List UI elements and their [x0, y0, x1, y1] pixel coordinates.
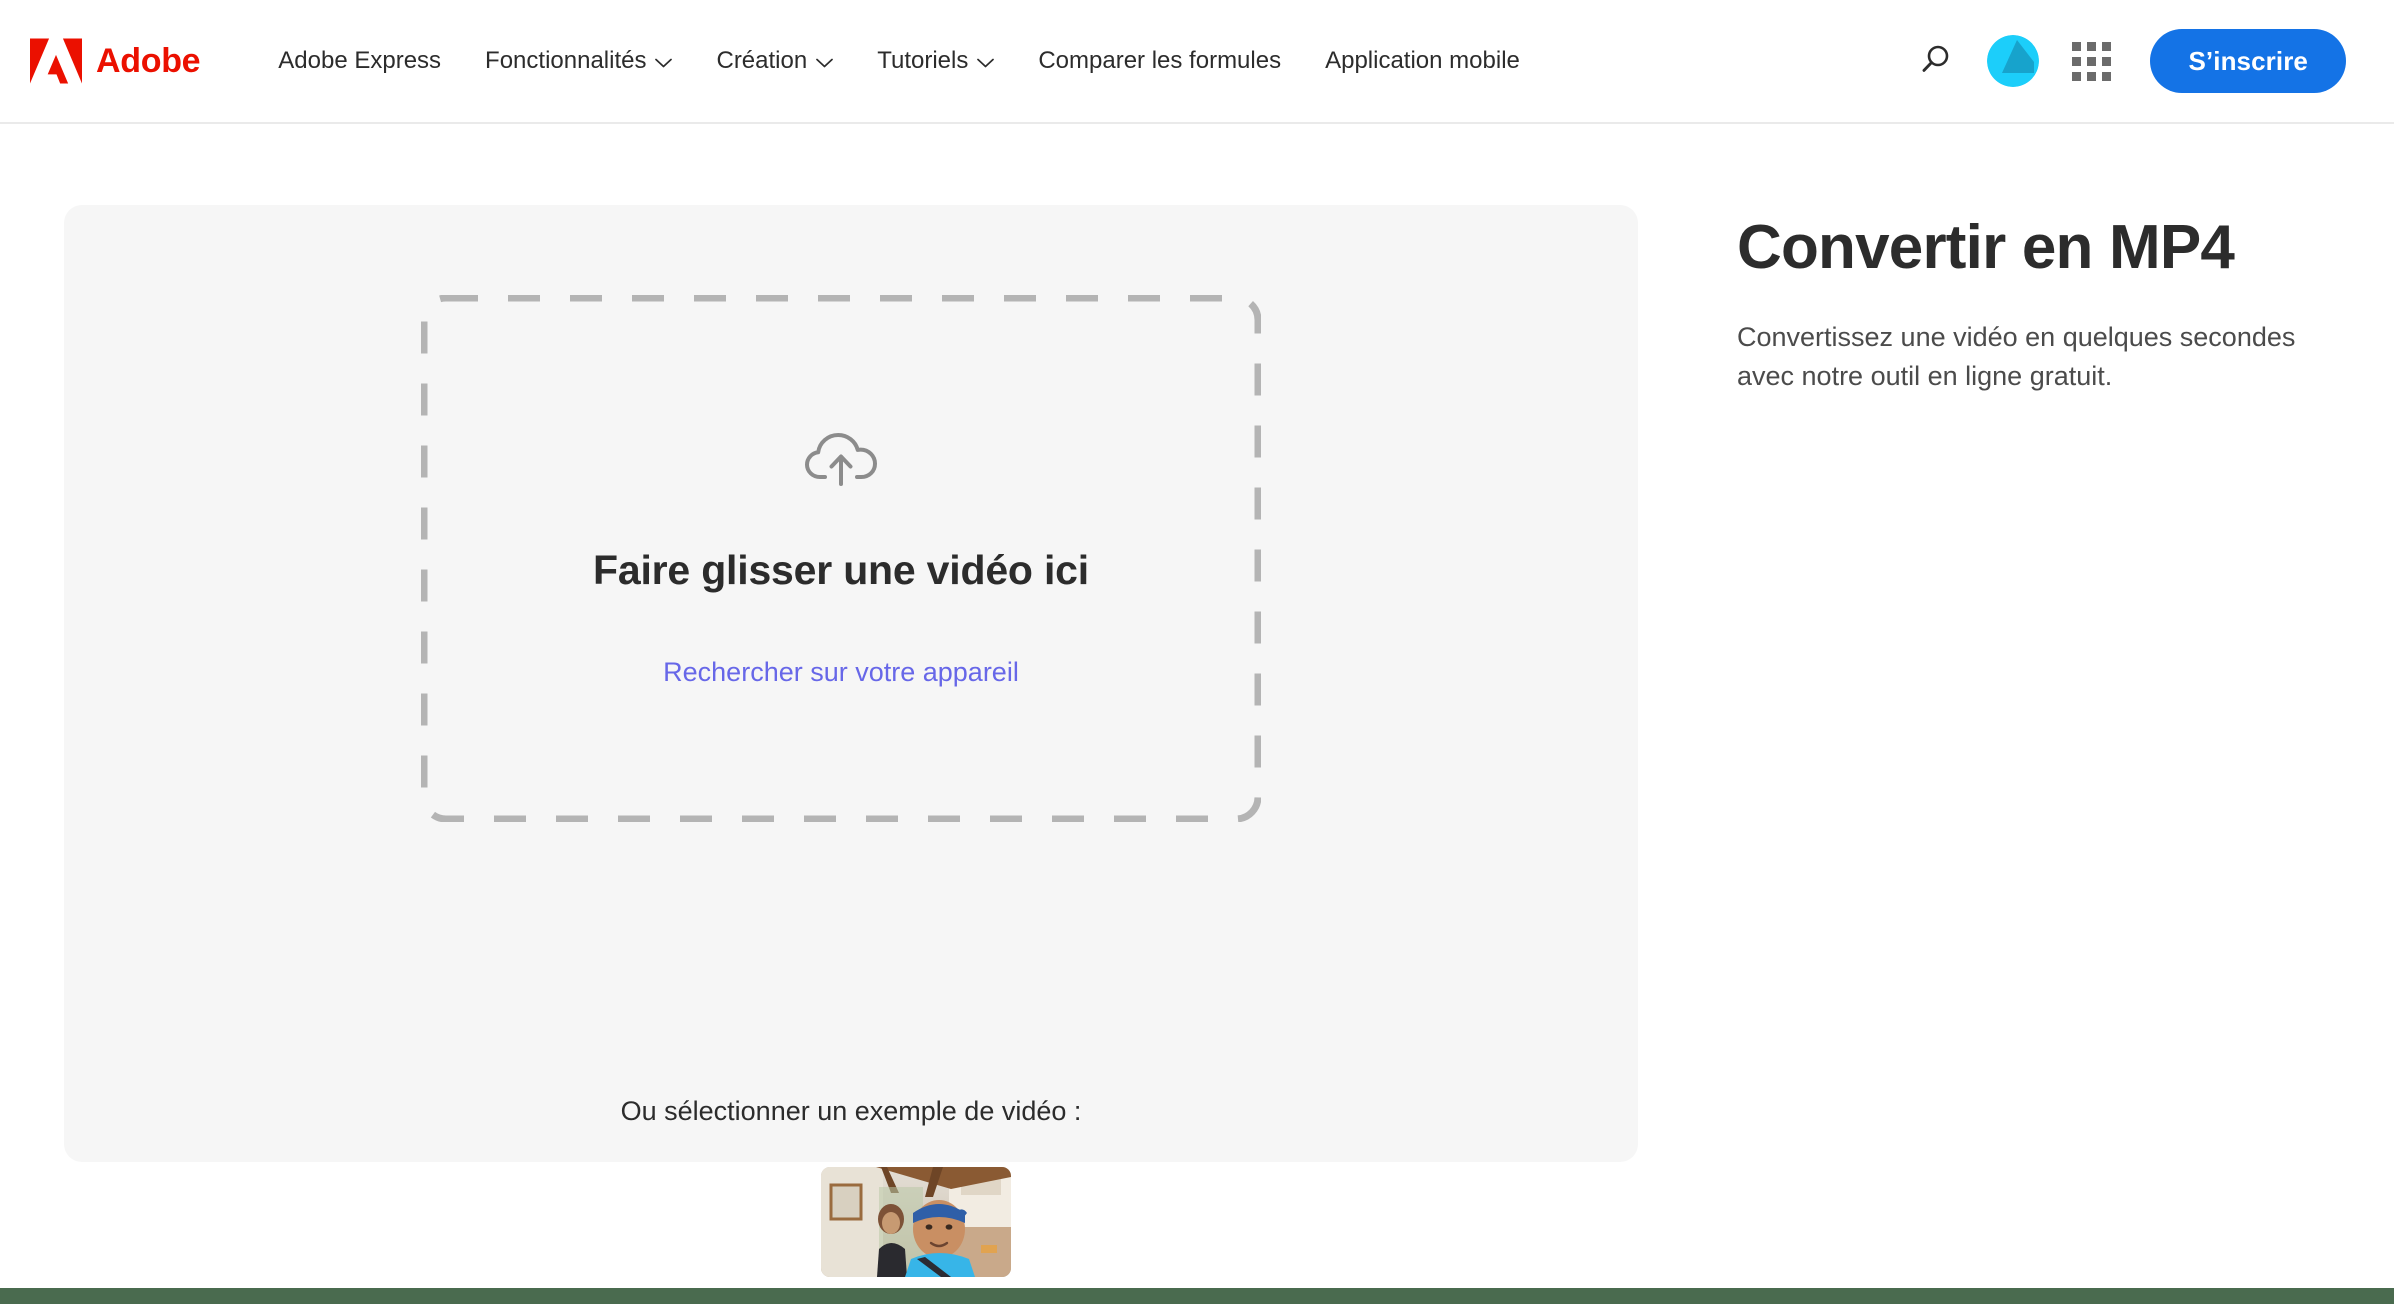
- nav-item-creation[interactable]: Création: [694, 39, 855, 83]
- nav-label: Tutoriels: [877, 47, 969, 74]
- nav-label: Comparer les formules: [1038, 47, 1282, 74]
- adobe-brand-link[interactable]: Adobe: [30, 38, 201, 84]
- nav-label: Fonctionnalités: [485, 47, 647, 74]
- cloud-upload-icon: [804, 428, 878, 548]
- browse-device-link[interactable]: Rechercher sur votre appareil: [663, 656, 1019, 688]
- nav-item-adobe-express[interactable]: Adobe Express: [256, 39, 463, 83]
- chevron-down-icon: [816, 49, 834, 73]
- sample-video-label: Ou sélectionner un exemple de vidéo :: [620, 1096, 1082, 1126]
- site-header: Adobe Adobe Express Fonctionnalités Créa…: [0, 0, 2394, 124]
- nav-label: Adobe Express: [278, 47, 442, 74]
- app-switcher-button[interactable]: [2060, 30, 2122, 92]
- upload-card: Faire glisser une vidéo ici Rechercher s…: [64, 205, 1638, 1277]
- sample-video-thumbnail[interactable]: [821, 1167, 1011, 1277]
- page-content: Faire glisser une vidéo ici Rechercher s…: [0, 124, 2394, 1277]
- nav-item-comparer-les-formules[interactable]: Comparer les formules: [1016, 39, 1303, 83]
- nav-label: Application mobile: [1325, 47, 1520, 74]
- nav-item-tutoriels[interactable]: Tutoriels: [855, 39, 1016, 83]
- chevron-down-icon: [655, 49, 673, 73]
- main-navigation: Adobe Express Fonctionnalités Création T…: [256, 39, 1904, 83]
- video-dropzone[interactable]: Faire glisser une vidéo ici Rechercher s…: [421, 295, 1261, 822]
- adobe-express-avatar-button[interactable]: [1980, 28, 2046, 94]
- page-subtitle: Convertissez une vidéo en quelques secon…: [1737, 321, 2296, 391]
- footer-band: [0, 1288, 2394, 1304]
- search-icon: [1918, 43, 1952, 80]
- nav-label: Création: [716, 47, 808, 74]
- dropzone-title: Faire glisser une vidéo ici: [593, 547, 1089, 594]
- chevron-down-icon: [977, 49, 995, 73]
- tool-info: Convertir en MP4 Convertissez une vidéo …: [1737, 205, 2337, 396]
- search-button[interactable]: [1904, 30, 1966, 92]
- adobe-logo-icon: [30, 38, 82, 84]
- signup-button[interactable]: S’inscrire: [2150, 29, 2346, 93]
- adobe-brand-name: Adobe: [96, 42, 201, 80]
- nav-item-application-mobile[interactable]: Application mobile: [1303, 39, 1542, 83]
- page-title: Convertir en MP4: [1737, 213, 2235, 282]
- nav-item-fonctionnalites[interactable]: Fonctionnalités: [463, 39, 694, 83]
- header-actions: S’inscrire: [1904, 28, 2346, 94]
- adobe-express-avatar-icon: [1987, 35, 2040, 87]
- app-grid-icon: [2071, 41, 2111, 81]
